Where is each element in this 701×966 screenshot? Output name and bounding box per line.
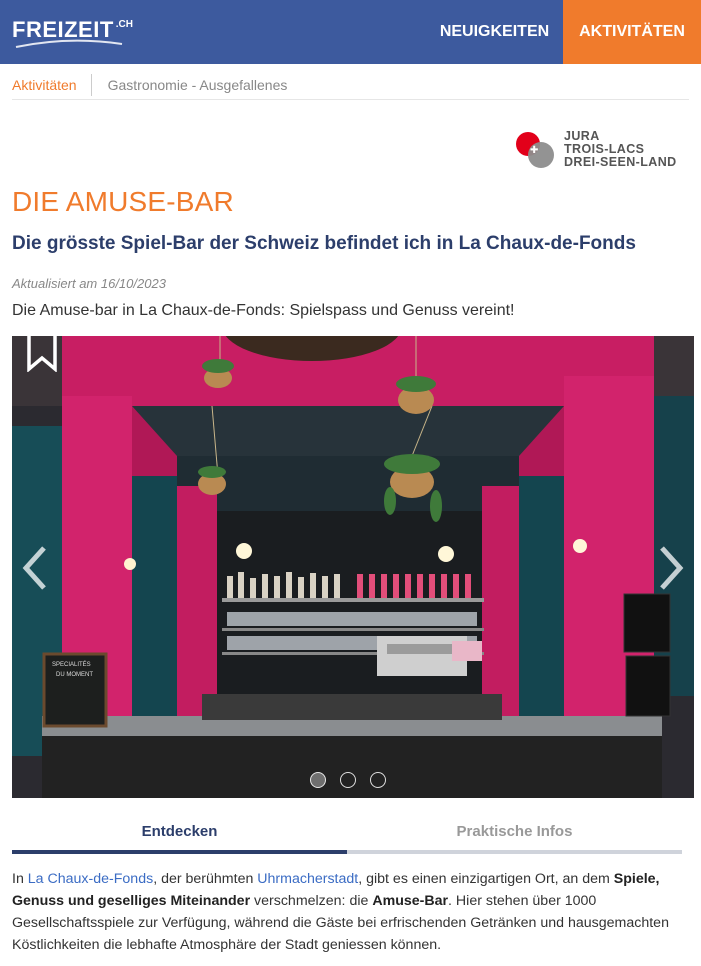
bar-photo-icon: SPECIALITÉS DU MOMENT <box>12 336 694 798</box>
chalkboard-line: SPECIALITÉS <box>52 661 91 668</box>
carousel-indicators <box>310 772 386 788</box>
body-text-segment: In <box>12 871 28 887</box>
swiss-cross-icon: ✚ <box>530 145 539 156</box>
tab-praktische-infos[interactable]: Praktische Infos <box>347 812 682 854</box>
sponsor-line: DREI-SEEN-LAND <box>564 155 677 169</box>
carousel-dot[interactable] <box>310 772 326 788</box>
logo-suffix: .CH <box>115 19 134 30</box>
body-text-segment: , gibt es einen einzigartigen Ort, an de… <box>358 871 614 887</box>
chalkboard-line: DU MOMENT <box>56 672 93 678</box>
la-chaux-de-fonds-link[interactable]: La Chaux-de-Fonds <box>28 871 153 887</box>
jura-trois-lacs-logo[interactable]: ✚ JURA TROIS-LACS DREI-SEEN-LAND <box>516 130 691 170</box>
next-slide-arrow-icon[interactable] <box>654 544 686 592</box>
body-text-segment: verschmelzen: die <box>250 893 373 909</box>
uhrmacherstadt-link[interactable]: Uhrmacherstadt <box>257 871 358 887</box>
page-title: DIE AMUSE-BAR <box>12 186 234 217</box>
content-tabs: Entdecken Praktische Infos <box>12 812 682 854</box>
body-text-segment: , der berühmten <box>153 871 258 887</box>
lead-text: Die Amuse-bar in La Chaux-de-Fonds: Spie… <box>12 302 515 319</box>
breadcrumb-current: Gastronomie - Ausgefallenes <box>107 76 288 93</box>
breadcrumb-activities-link[interactable]: Aktivitäten <box>12 73 92 96</box>
body-bold-segment: Amuse-Bar <box>372 893 449 909</box>
bookmark-icon[interactable] <box>26 336 58 372</box>
previous-slide-arrow-icon[interactable] <box>20 544 52 592</box>
page-subtitle: Die grösste Spiel-Bar der Schweiz befind… <box>12 233 636 254</box>
image-carousel[interactable]: SPECIALITÉS DU MOMENT <box>12 336 694 798</box>
tab-entdecken[interactable]: Entdecken <box>12 812 347 854</box>
nav-activities-link[interactable]: AKTIVITÄTEN <box>563 0 701 64</box>
article-body: In La Chaux-de-Fonds, der berühmten Uhrm… <box>12 868 682 956</box>
updated-date: Aktualisiert am 16/10/2023 <box>12 276 166 291</box>
breadcrumb: Aktivitäten Gastronomie - Ausgefallenes <box>12 70 689 100</box>
nav-news-link[interactable]: NEUIGKEITEN <box>426 0 563 64</box>
carousel-dot[interactable] <box>340 772 356 788</box>
carousel-dot[interactable] <box>370 772 386 788</box>
sponsor-text: JURA TROIS-LACS DREI-SEEN-LAND <box>564 130 677 169</box>
logo-swoosh-icon <box>15 39 123 48</box>
top-navigation-bar: FREIZEIT .CH NEUIGKEITEN AKTIVITÄTEN <box>0 0 701 64</box>
